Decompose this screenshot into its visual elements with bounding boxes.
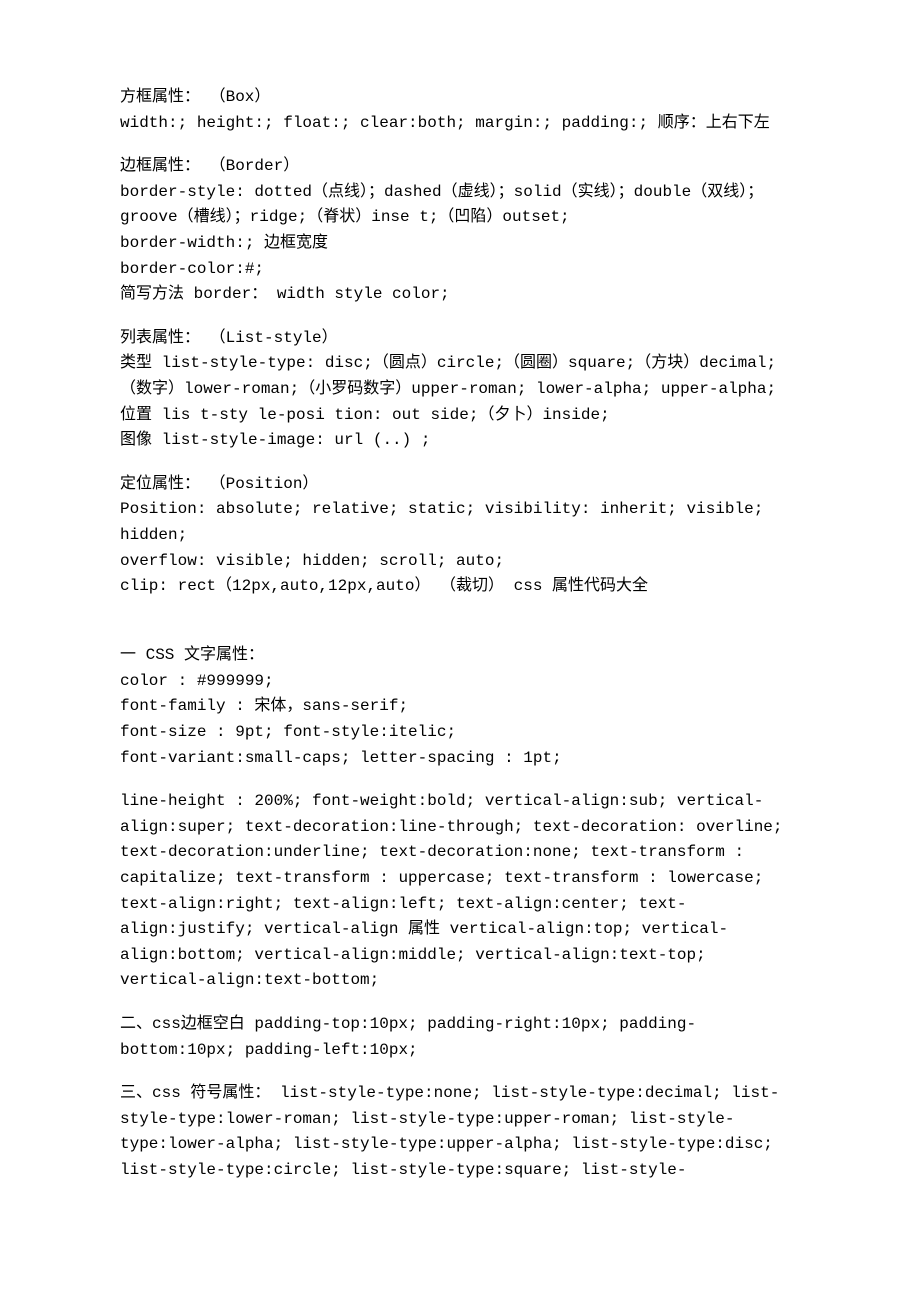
text-line: 图像 list-style-image: url (..) ; [120,428,800,454]
text-line: 类型 list-style-type: disc;（圆点）circle;（圆圈）… [120,351,800,402]
text-line: 三、css 符号属性： list-style-type:none; list-s… [120,1081,800,1183]
text-line: width:; height:; float:; clear:both; mar… [120,111,800,137]
text-line: 二、css边框空白 padding-top:10px; padding-righ… [120,1012,800,1063]
paragraph-padding-properties: 二、css边框空白 padding-top:10px; padding-righ… [120,1012,800,1063]
paragraph-position-properties: 定位属性： （Position） Position: absolute; rel… [120,472,800,600]
text-line: 边框属性： （Border） [120,154,800,180]
text-line: font-size : 9pt; font-style:itelic; [120,720,800,746]
text-line: line-height : 200%; font-weight:bold; ve… [120,789,800,994]
text-line: Position: absolute; relative; static; vi… [120,497,800,548]
document-page: 方框属性： （Box） width:; height:; float:; cle… [0,0,920,1262]
text-line: 定位属性： （Position） [120,472,800,498]
text-line: 方框属性： （Box） [120,85,800,111]
text-line: color : #999999; [120,669,800,695]
text-line: font-variant:small-caps; letter-spacing … [120,746,800,772]
text-line: border-width:; 边框宽度 [120,231,800,257]
paragraph-symbol-properties: 三、css 符号属性： list-style-type:none; list-s… [120,1081,800,1183]
paragraph-box-properties: 方框属性： （Box） width:; height:; float:; cle… [120,85,800,136]
text-line: 位置 lis t-sty le-posi tion: out side;（夕卜）… [120,403,800,429]
paragraph-border-properties: 边框属性： （Border） border-style: dotted（点线）；… [120,154,800,308]
paragraph-css-text-properties: 一 CSS 文字属性： color : #999999; font-family… [120,643,800,771]
text-line: border-style: dotted（点线）；dashed（虚线）；soli… [120,180,800,231]
text-line: 一 CSS 文字属性： [120,643,800,669]
paragraph-line-height-properties: line-height : 200%; font-weight:bold; ve… [120,789,800,994]
text-line: border-color:#; [120,257,800,283]
text-line: 简写方法 border： width style color; [120,282,800,308]
text-line: 列表属性： （List-style） [120,326,800,352]
text-line: clip: rect（12px,auto,12px,auto） （裁切） css… [120,574,800,600]
paragraph-list-properties: 列表属性： （List-style） 类型 list-style-type: d… [120,326,800,454]
text-line: font-family : 宋体，sans-serif; [120,694,800,720]
text-line: overflow: visible; hidden; scroll; auto; [120,549,800,575]
